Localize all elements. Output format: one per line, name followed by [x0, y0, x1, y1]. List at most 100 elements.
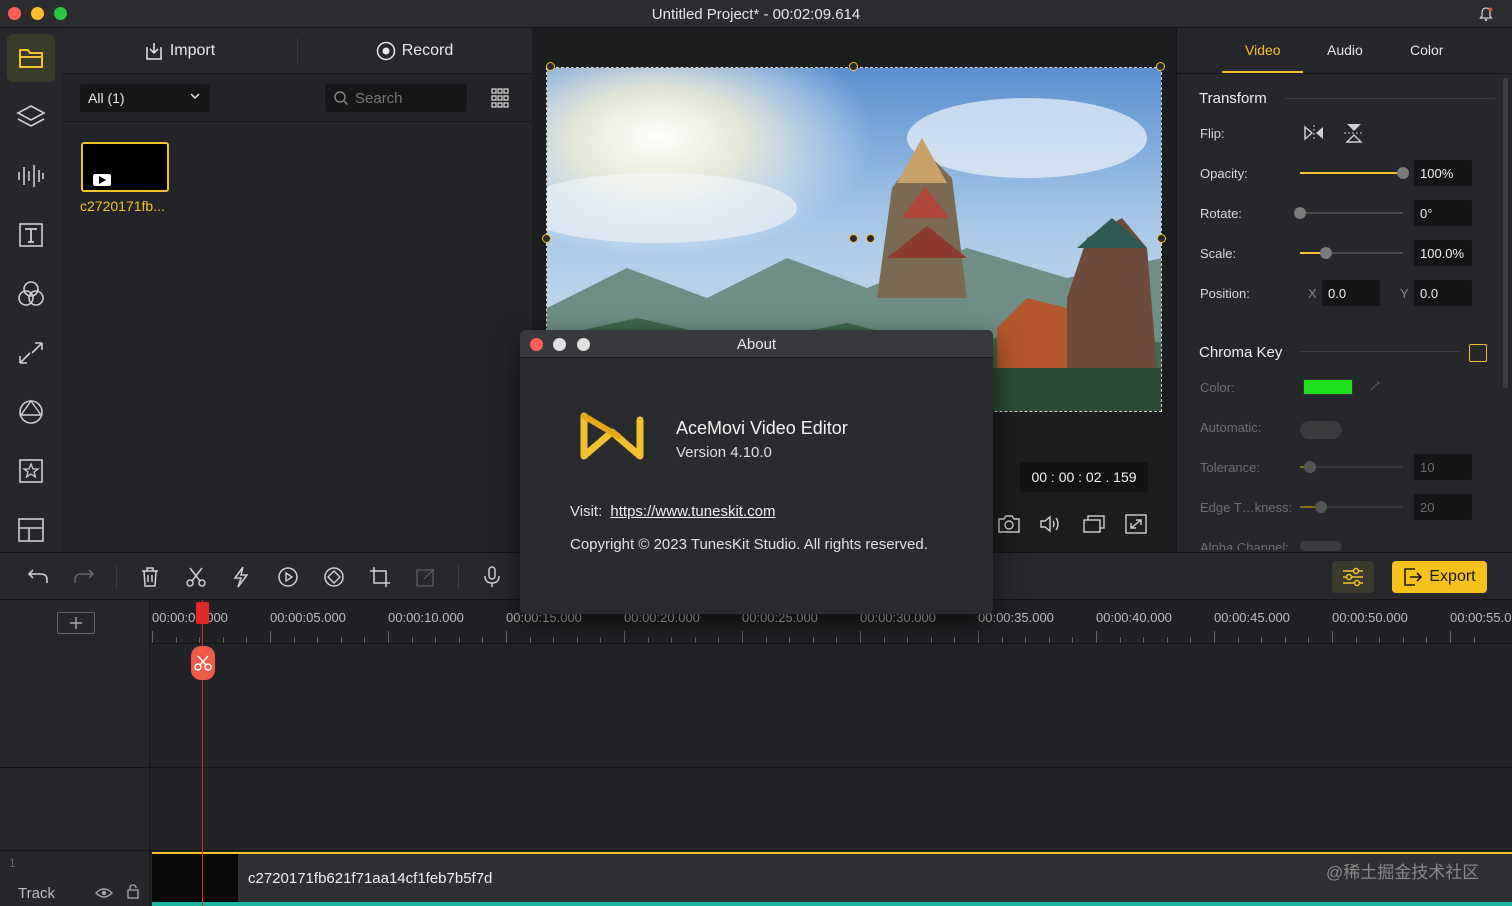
anchor-handle[interactable]: [866, 234, 875, 243]
ruler-tick: [152, 631, 153, 643]
flip-horizontal-icon[interactable]: [1303, 124, 1325, 147]
media-toolbar: All (1) Search: [62, 74, 532, 122]
active-tab-indicator: [1222, 71, 1303, 73]
chroma-key-checkbox[interactable]: [1469, 344, 1487, 362]
tab-audio[interactable]: Audio: [1327, 42, 1363, 58]
transform-title: Transform: [1199, 90, 1267, 107]
scale-slider-knob[interactable]: [1319, 247, 1332, 259]
ruler-tick: [1025, 637, 1027, 643]
cut-icon[interactable]: [185, 566, 207, 593]
resize-handle[interactable]: [1156, 62, 1165, 71]
snapshot-camera-icon[interactable]: [997, 514, 1021, 539]
sidebar-item-transitions[interactable]: [7, 329, 55, 377]
media-thumbnail[interactable]: [81, 142, 169, 192]
keyframe-icon[interactable]: [323, 566, 345, 593]
grid-view-icon[interactable]: [491, 88, 509, 108]
about-website-link[interactable]: https://www.tuneskit.com: [610, 503, 775, 520]
ruler-tick: [199, 637, 201, 643]
sidebar-item-elements[interactable]: [7, 388, 55, 436]
opacity-slider-knob[interactable]: [1397, 167, 1409, 179]
ruler-tick: [600, 637, 602, 643]
clip-audio-bar: [152, 902, 1512, 906]
opacity-slider[interactable]: [1300, 167, 1409, 179]
opacity-label: Opacity:: [1200, 166, 1248, 181]
tab-video[interactable]: Video: [1245, 42, 1281, 58]
ruler-tick: [388, 631, 389, 643]
import-button[interactable]: Import: [62, 28, 297, 74]
crop-icon[interactable]: [369, 566, 391, 593]
playhead-handle[interactable]: [196, 602, 209, 624]
ruler-label: 00:00:40.000: [1096, 610, 1172, 625]
preview-timecode: 00 : 00 : 02 . 159: [1020, 462, 1148, 492]
undo-icon[interactable]: [27, 566, 49, 591]
position-y-field[interactable]: 0.0: [1414, 280, 1472, 306]
star-icon: [19, 459, 43, 483]
split-marker-button[interactable]: [191, 646, 215, 680]
scale-slider[interactable]: [1300, 247, 1403, 259]
position-x-field[interactable]: 0.0: [1322, 280, 1380, 306]
ruler-tick: [1096, 631, 1097, 643]
rotate-slider-knob[interactable]: [1294, 207, 1306, 219]
timeline: 1 Track 00:00:00.000 00:00:05.000 00:00:…: [0, 600, 1512, 906]
notification-bell-icon[interactable]: [1478, 6, 1494, 27]
lock-icon[interactable]: [127, 884, 139, 904]
tolerance-slider-knob[interactable]: [1304, 461, 1317, 473]
sidebar-item-stickers[interactable]: [7, 447, 55, 495]
ruler-tick: [222, 637, 224, 643]
sidebar-item-media[interactable]: [7, 34, 55, 82]
rotate-field[interactable]: 0°: [1414, 200, 1472, 226]
title-bar: Untitled Project* - 00:02:09.614: [0, 0, 1512, 28]
resize-handle[interactable]: [546, 62, 555, 71]
tolerance-slider[interactable]: [1300, 461, 1403, 473]
speed-icon[interactable]: [277, 566, 299, 593]
flip-vertical-icon[interactable]: [1343, 122, 1365, 149]
redo-icon[interactable]: [73, 566, 95, 591]
sidebar-item-filters[interactable]: [7, 270, 55, 318]
tolerance-field[interactable]: 10: [1414, 454, 1472, 480]
fullscreen-icon[interactable]: [1124, 514, 1148, 539]
ruler-tick: [270, 631, 271, 643]
eye-icon[interactable]: [95, 886, 113, 904]
edge-thickness-field[interactable]: 20: [1414, 494, 1472, 520]
ruler-tick: [978, 631, 979, 643]
media-filter-dropdown[interactable]: All (1): [80, 84, 210, 112]
record-icon: [376, 41, 395, 61]
properties-scrollbar[interactable]: [1503, 78, 1508, 388]
eyedropper-icon[interactable]: [1369, 378, 1383, 397]
export-label: Export: [1429, 568, 1476, 585]
ruler-tick: [718, 637, 720, 643]
text-icon: [19, 223, 43, 247]
video-clip[interactable]: c2720171fb621f71aa14cf1feb7b5f7d: [152, 852, 1512, 906]
edge-thickness-slider[interactable]: [1300, 501, 1403, 513]
aspect-ratio-icon[interactable]: [1082, 514, 1106, 539]
scale-field[interactable]: 100.0%: [1414, 240, 1472, 266]
export-button[interactable]: Export: [1392, 561, 1487, 593]
resize-handle[interactable]: [849, 62, 858, 71]
resize-handle[interactable]: [1157, 234, 1166, 243]
sidebar-item-text[interactable]: [7, 211, 55, 259]
split-flash-icon[interactable]: [231, 566, 251, 593]
edge-thickness-slider-knob[interactable]: [1314, 501, 1327, 513]
search-input[interactable]: Search: [325, 84, 467, 112]
delete-icon[interactable]: [140, 566, 160, 593]
media-clip-label[interactable]: c2720171fb...: [80, 198, 165, 214]
add-track-button[interactable]: [57, 612, 95, 634]
alpha-channel-toggle[interactable]: [1300, 541, 1342, 551]
ruler-tick: [340, 637, 342, 643]
ruler-label: 00:00:55.0: [1450, 610, 1512, 625]
rotate-handle[interactable]: [849, 234, 858, 243]
timeline-settings-button[interactable]: [1332, 561, 1374, 593]
rotate-slider[interactable]: [1294, 207, 1403, 219]
opacity-field[interactable]: 100%: [1414, 160, 1472, 186]
record-button[interactable]: Record: [297, 28, 532, 74]
edit-icon[interactable]: [415, 566, 437, 593]
tab-color[interactable]: Color: [1410, 42, 1443, 58]
microphone-icon[interactable]: [482, 566, 502, 593]
resize-handle[interactable]: [542, 234, 551, 243]
sidebar-item-split-screen[interactable]: [7, 506, 55, 554]
automatic-toggle[interactable]: [1300, 421, 1342, 439]
sidebar-item-audio[interactable]: [7, 152, 55, 200]
chroma-color-swatch[interactable]: [1303, 379, 1353, 395]
sidebar-item-layers[interactable]: [7, 93, 55, 141]
volume-icon[interactable]: [1039, 514, 1063, 539]
